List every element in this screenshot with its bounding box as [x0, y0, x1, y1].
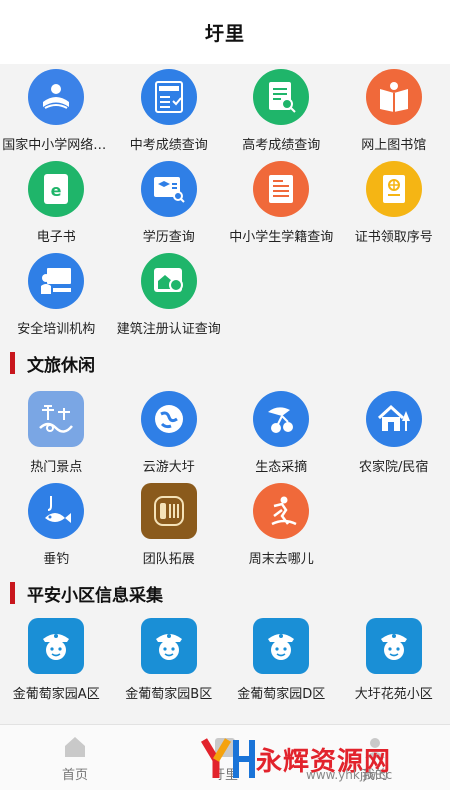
service-label: 学历查询: [142, 230, 195, 245]
student-record-icon: [253, 161, 310, 217]
service-label: 高考成绩查询: [242, 138, 321, 153]
community-label: 金葡萄家园A区: [12, 687, 100, 702]
service-label: 中小学生学籍查询: [229, 230, 334, 245]
service-item[interactable]: 农家院/民宿: [338, 386, 450, 478]
school-book-icon: [28, 69, 85, 125]
service-label: 热门景点: [30, 460, 83, 475]
community-item[interactable]: 金葡萄家园B区: [113, 616, 226, 708]
community-grid: 金葡萄家园A区 金葡萄家园B区 金葡萄家园D区 大圩花苑小区: [0, 616, 450, 708]
tab-home[interactable]: 首页: [0, 725, 150, 790]
section-header-community: 平安小区信息采集: [0, 570, 450, 616]
service-item[interactable]: 生态采摘: [225, 386, 338, 478]
community-label: 大圩花苑小区: [354, 687, 433, 702]
score-search-icon: [253, 69, 310, 125]
service-label: 国家中小学网络云平台: [2, 138, 110, 153]
leisure-grid: 热门景点 云游大圩 生态采摘 农家院/民宿 垂钓 团队拓展 周末去哪儿: [0, 386, 450, 570]
service-label: 中考成绩查询: [129, 138, 208, 153]
library-book-icon: [365, 69, 422, 125]
section-accent-bar: [10, 352, 15, 374]
community-item[interactable]: 金葡萄家园D区: [225, 616, 338, 708]
fishing-icon: [28, 483, 85, 539]
service-item[interactable]: 安全培训机构: [0, 248, 113, 340]
service-item[interactable]: 证书领取序号: [338, 156, 450, 248]
community-label: 金葡萄家园B区: [125, 687, 213, 702]
section-title: 平安小区信息采集: [27, 585, 163, 606]
service-item[interactable]: 中考成绩查询: [113, 64, 226, 156]
service-item[interactable]: 周末去哪儿: [225, 478, 338, 570]
exam-score-icon: [140, 69, 197, 125]
building-cert-icon: [140, 253, 197, 309]
section-header-leisure: 文旅休闲: [0, 340, 450, 386]
service-label: 电子书: [36, 230, 76, 245]
service-label: 周末去哪儿: [248, 552, 314, 567]
tab-label: 首页: [61, 768, 88, 783]
service-label: 网上图书馆: [361, 138, 427, 153]
main-content: 国家中小学网络云平台 中考成绩查询 高考成绩查询 网上图书馆 e 电子书: [0, 64, 450, 724]
service-item[interactable]: 热门景点: [0, 386, 113, 478]
police-icon: [140, 618, 197, 674]
service-item[interactable]: 云游大圩: [113, 386, 226, 478]
degree-search-icon: [140, 161, 197, 217]
community-item[interactable]: 大圩花苑小区: [338, 616, 450, 708]
service-item[interactable]: e 电子书: [0, 156, 113, 248]
service-item[interactable]: 网上图书馆: [338, 64, 450, 156]
svg-text:e: e: [51, 181, 62, 200]
service-item[interactable]: 团队拓展: [113, 478, 226, 570]
service-label: 安全培训机构: [17, 322, 96, 337]
training-icon: [28, 253, 85, 309]
service-label: 生态采摘: [255, 460, 308, 475]
farmhouse-icon: [365, 391, 422, 447]
watermark-logo-icon: [200, 738, 255, 778]
cloud-tour-icon: [140, 391, 197, 447]
section-accent-bar: [10, 582, 15, 604]
ebook-icon: e: [28, 161, 85, 217]
scenic-spot-icon: [28, 391, 85, 447]
education-grid: 国家中小学网络云平台 中考成绩查询 高考成绩查询 网上图书馆 e 电子书: [0, 64, 450, 340]
section-title: 文旅休闲: [27, 355, 95, 376]
weekend-trip-icon: [253, 483, 310, 539]
watermark: 永辉资源网 www.yhkjjw.cc: [200, 728, 450, 790]
service-label: 垂钓: [43, 552, 70, 567]
service-item[interactable]: 垂钓: [0, 478, 113, 570]
service-label: 云游大圩: [142, 460, 195, 475]
police-icon: [365, 618, 422, 674]
service-label: 建筑注册认证查询: [116, 322, 221, 337]
service-item[interactable]: 建筑注册认证查询: [113, 248, 226, 340]
community-item[interactable]: 金葡萄家园A区: [0, 616, 113, 708]
service-label: 团队拓展: [142, 552, 195, 567]
team-building-icon: [140, 483, 197, 539]
service-label: 证书领取序号: [354, 230, 433, 245]
service-item[interactable]: 中小学生学籍查询: [225, 156, 338, 248]
page-title: 圩里: [204, 22, 245, 45]
service-item[interactable]: 学历查询: [113, 156, 226, 248]
certificate-icon: [365, 161, 422, 217]
police-icon: [253, 618, 310, 674]
watermark-url: www.yhkjjw.cc: [306, 768, 393, 782]
police-icon: [28, 618, 85, 674]
service-item[interactable]: 高考成绩查询: [225, 64, 338, 156]
service-label: 农家院/民宿: [359, 460, 429, 475]
fruit-picking-icon: [253, 391, 310, 447]
community-label: 金葡萄家园D区: [237, 687, 326, 702]
home-icon: [65, 737, 85, 757]
app-header: 圩里: [0, 0, 450, 64]
service-item[interactable]: 国家中小学网络云平台: [0, 64, 113, 156]
